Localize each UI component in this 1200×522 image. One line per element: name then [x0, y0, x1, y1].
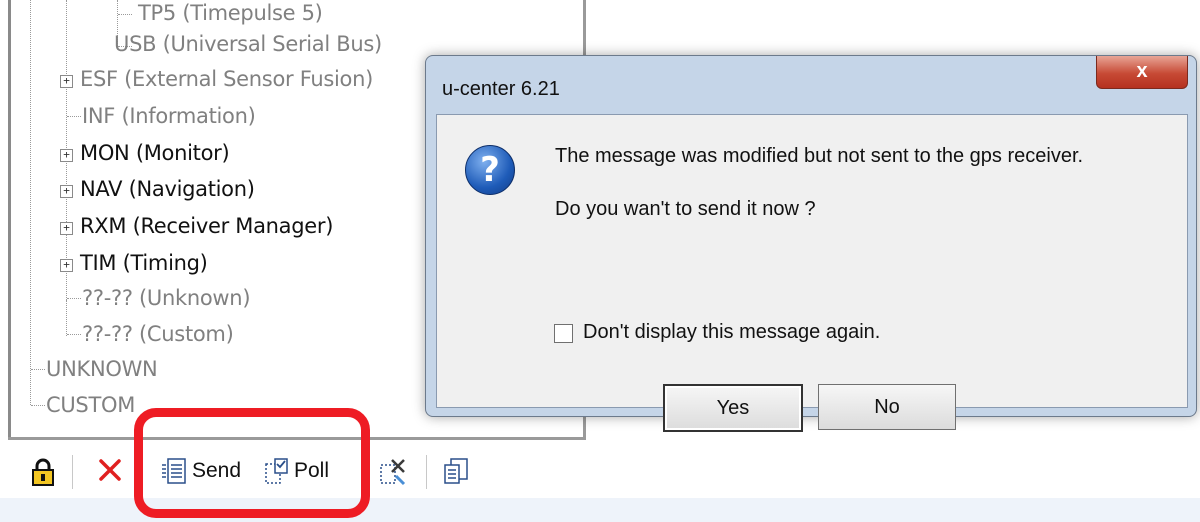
tree-item-label: ??-?? (Unknown) — [82, 286, 251, 310]
tree-item-label: TP5 (Timepulse 5) — [138, 1, 323, 25]
tree-item-esf[interactable]: ESF (External Sensor Fusion) — [80, 64, 373, 94]
dialog-body: ? The message was modified but not sent … — [436, 114, 1188, 432]
tree-connector-line — [66, 300, 67, 336]
delete-x-icon — [99, 459, 121, 481]
tree-connector-line — [31, 405, 45, 406]
checkbox-label[interactable]: Don't display this message again. — [583, 321, 880, 344]
tree-item-unknown[interactable]: UNKNOWN — [46, 354, 158, 384]
expand-toggle-icon[interactable]: + — [60, 75, 73, 88]
tree-item-label: NAV (Navigation) — [80, 177, 255, 201]
highlight-annotation — [134, 408, 370, 518]
lock-button[interactable] — [30, 457, 56, 487]
tree-item-inf[interactable]: INF (Information) — [82, 101, 256, 131]
tree-item-tp5[interactable]: TP5 (Timepulse 5) — [138, 0, 323, 28]
tree-connector-line — [30, 0, 31, 405]
tree-connector-line — [118, 14, 132, 15]
tree-item-label: ESF (External Sensor Fusion) — [80, 67, 373, 91]
tree-item-nav[interactable]: NAV (Navigation) — [80, 174, 255, 204]
tree-item-label: USB (Universal Serial Bus) — [114, 32, 382, 56]
tree-item-tim[interactable]: TIM (Timing) — [80, 248, 208, 278]
expand-toggle-icon[interactable]: + — [60, 222, 73, 235]
question-icon: ? — [465, 145, 515, 195]
export-document-icon — [444, 458, 468, 484]
toolbar-separator — [72, 455, 73, 489]
toolbar-separator — [426, 455, 427, 489]
confirm-dialog: u-center 6.21 x ? The message was modifi… — [425, 55, 1197, 432]
dialog-title: u-center 6.21 — [442, 78, 560, 100]
tree-item-label: MON (Monitor) — [80, 141, 230, 165]
close-icon: x — [1136, 60, 1148, 82]
tree-connector-line — [31, 369, 45, 370]
expand-toggle-icon[interactable]: + — [60, 185, 73, 198]
dont-show-again-checkbox[interactable] — [554, 324, 573, 343]
dialog-message: The message was modified but not sent to… — [555, 145, 1084, 167]
tree-item-usb[interactable]: USB (Universal Serial Bus) — [114, 29, 382, 59]
tree-item-unknown-msg[interactable]: ??-?? (Unknown) — [82, 283, 251, 313]
tree-connector-line — [67, 334, 81, 335]
tree-connector-line — [67, 298, 81, 299]
expand-toggle-icon[interactable]: + — [60, 149, 73, 162]
export-button[interactable] — [442, 456, 470, 486]
tree-item-label: INF (Information) — [82, 104, 256, 128]
tree-item-label: TIM (Timing) — [80, 251, 208, 275]
tree-item-label: CUSTOM — [46, 393, 136, 417]
tree-left-border — [8, 0, 11, 440]
close-button[interactable]: x — [1096, 56, 1188, 89]
lock-icon — [32, 458, 54, 486]
tree-connector-line — [67, 116, 81, 117]
tree-item-rxm[interactable]: RXM (Receiver Manager) — [80, 211, 333, 241]
tree-item-label: RXM (Receiver Manager) — [80, 214, 334, 238]
config-tool-button[interactable] — [378, 456, 408, 486]
tree-item-custom-msg[interactable]: ??-?? (Custom) — [82, 319, 234, 349]
tree-item-label: UNKNOWN — [46, 357, 158, 381]
tree-item-custom[interactable]: CUSTOM — [46, 390, 135, 420]
no-button[interactable]: No — [818, 384, 956, 430]
delete-button[interactable] — [96, 456, 124, 484]
expand-toggle-icon[interactable]: + — [60, 259, 73, 272]
config-tool-icon — [380, 459, 406, 486]
dialog-question: Do you wan't to send it now ? — [555, 198, 816, 220]
yes-button[interactable]: Yes — [663, 384, 803, 432]
tree-item-label: ??-?? (Custom) — [82, 322, 234, 346]
tree-item-mon[interactable]: MON (Monitor) — [80, 138, 230, 168]
